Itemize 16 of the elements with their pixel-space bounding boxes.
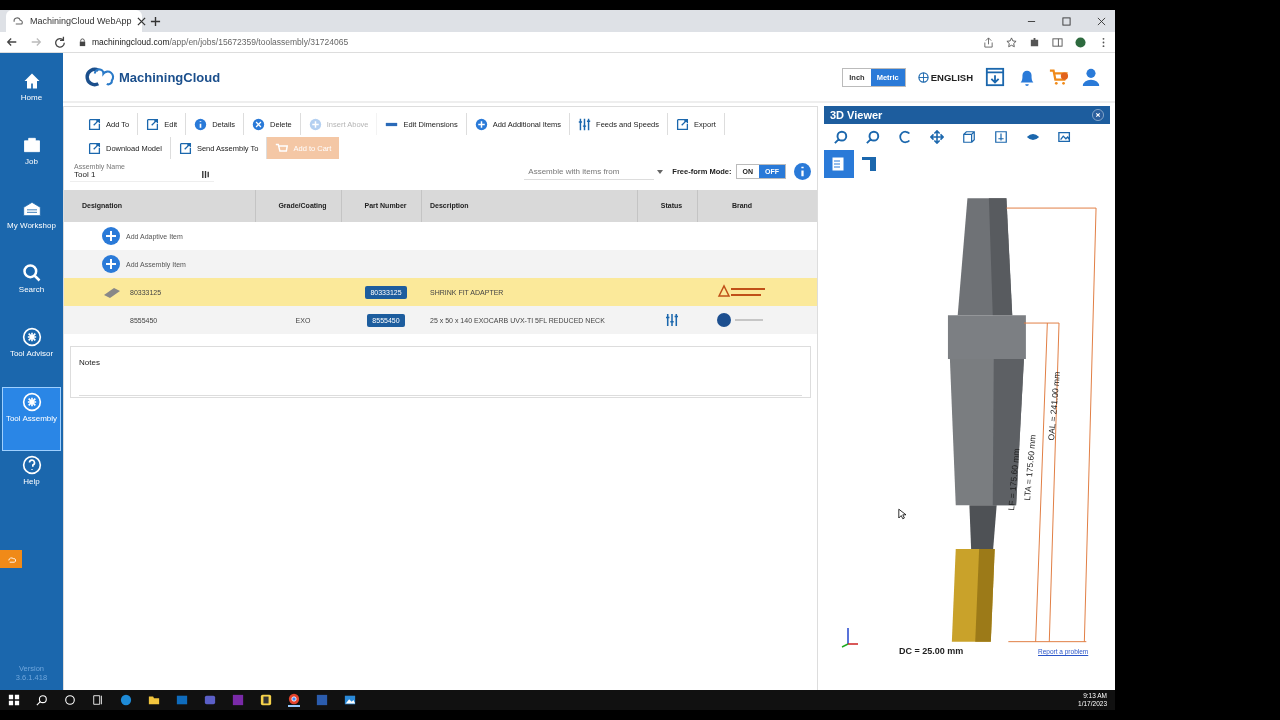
- viewer-title-bar: 3D Viewer: [824, 106, 1110, 124]
- address-field[interactable]: machiningcloud.com/app/en/jobs/15672359/toolassembly/31724065: [78, 33, 971, 51]
- dimension-label: LTA = 175.60 mm: [1022, 434, 1038, 501]
- sidebar-item[interactable]: Help: [0, 451, 63, 515]
- sidebar-item[interactable]: Job: [0, 131, 63, 195]
- sidebar-item[interactable]: Home: [0, 67, 63, 131]
- dimension-label: DC = 25.00 mm: [899, 646, 964, 656]
- sidebar-item[interactable]: Tool Advisor: [0, 323, 63, 387]
- sidebar-item[interactable]: My Workshop: [0, 195, 63, 259]
- language-selector[interactable]: ENGLISH: [917, 71, 973, 83]
- logo-text: MachiningCloud: [119, 69, 221, 85]
- sidebar-item[interactable]: Search: [0, 259, 63, 323]
- assemble-dropdown[interactable]: Assemble with items from: [524, 163, 655, 180]
- dimension-label: OAL = 241.00 mm: [1046, 371, 1062, 441]
- notes-label: Notes: [79, 358, 100, 367]
- sidebar-item[interactable]: Tool Assembly: [2, 387, 61, 451]
